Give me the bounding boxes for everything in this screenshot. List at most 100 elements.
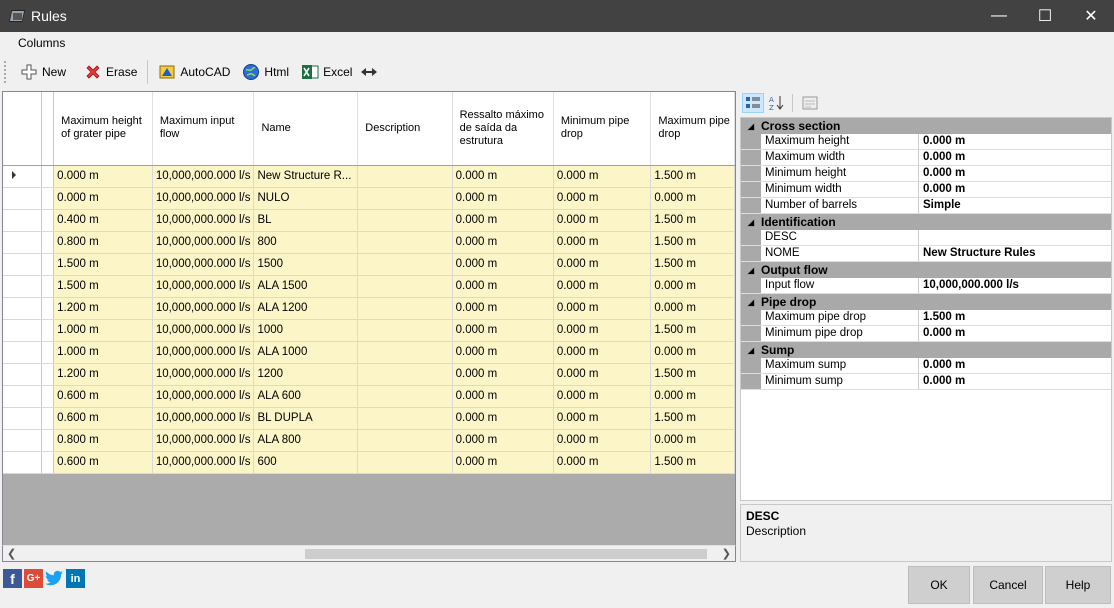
table-row[interactable]: 1.500 m 10,000,000.000 l/s ALA 1500 0.000 m… [3, 275, 735, 298]
table-cell[interactable]: 10,000,000.000 l/s [152, 165, 255, 188]
erase-button[interactable]: Erase [78, 60, 143, 84]
table-cell[interactable]: BL DUPLA [253, 407, 359, 430]
table-cell[interactable]: 0.000 m [452, 187, 554, 210]
table-cell[interactable]: 1.200 m [53, 297, 153, 320]
table-cell[interactable]: ALA 1500 [253, 275, 359, 298]
table-cell[interactable] [357, 451, 453, 474]
table-cell[interactable]: 0.000 m [553, 385, 652, 408]
table-cell[interactable] [357, 319, 453, 342]
table-cell[interactable]: 10,000,000.000 l/s [152, 231, 255, 254]
table-cell[interactable]: 0.000 m [452, 407, 554, 430]
scroll-right-icon[interactable]: ❯ [722, 547, 731, 560]
property-value[interactable]: 0.000 m [919, 134, 1111, 149]
table-row[interactable]: 1.000 m 10,000,000.000 l/s ALA 1000 0.000 m… [3, 341, 735, 364]
property-value[interactable]: 0.000 m [919, 326, 1111, 341]
property-value[interactable]: New Structure Rules [919, 246, 1111, 261]
table-cell[interactable]: 0.000 m [553, 363, 652, 386]
table-cell[interactable]: 1500 [253, 253, 359, 276]
property-row[interactable]: Minimum pipe drop 0.000 m [741, 326, 1111, 342]
collapse-triangle-icon[interactable]: ◢ [741, 346, 761, 355]
table-cell[interactable]: 0.000 m [452, 165, 554, 188]
table-cell[interactable]: 0.000 m [650, 297, 735, 320]
property-row[interactable]: Minimum width 0.000 m [741, 182, 1111, 198]
table-cell[interactable]: 10,000,000.000 l/s [152, 253, 255, 276]
table-cell[interactable]: 0.000 m [553, 297, 652, 320]
table-cell[interactable]: 1.500 m [53, 253, 153, 276]
table-cell[interactable]: 0.000 m [553, 165, 652, 188]
table-cell[interactable]: 0.000 m [452, 363, 554, 386]
table-cell[interactable]: 0.000 m [553, 429, 652, 452]
table-cell[interactable]: 1.200 m [53, 363, 153, 386]
column-header[interactable]: Description [357, 92, 453, 166]
property-category[interactable]: ◢ Pipe drop [741, 294, 1111, 310]
column-header[interactable]: Ressalto máximo de saída da estrutura [452, 92, 554, 166]
table-cell[interactable]: 0.600 m [53, 385, 153, 408]
table-cell[interactable] [357, 407, 453, 430]
table-row[interactable]: 1.200 m 10,000,000.000 l/s 1200 0.000 m 0.00… [3, 363, 735, 386]
minimize-button[interactable]: — [976, 0, 1022, 32]
column-header[interactable]: Maximum height of grater pipe [53, 92, 153, 166]
row-header[interactable] [3, 297, 43, 320]
table-cell[interactable] [357, 297, 453, 320]
table-cell[interactable]: 0.000 m [452, 209, 554, 232]
html-button[interactable]: Html [236, 60, 295, 84]
table-cell[interactable]: 0.000 m [452, 275, 554, 298]
table-cell[interactable]: 10,000,000.000 l/s [152, 407, 255, 430]
row-header[interactable] [3, 363, 43, 386]
table-cell[interactable]: New Structure R... [253, 165, 359, 188]
row-header[interactable] [3, 451, 43, 474]
table-cell[interactable]: 0.000 m [452, 231, 554, 254]
table-cell[interactable] [357, 385, 453, 408]
column-header[interactable]: Minimum pipe drop [553, 92, 652, 166]
property-pages-button[interactable] [799, 93, 821, 113]
table-row[interactable]: 0.000 m 10,000,000.000 l/s NULO 0.000 m 0.00… [3, 187, 735, 210]
property-row[interactable]: NOME New Structure Rules [741, 246, 1111, 262]
table-cell[interactable]: 1.500 m [650, 253, 735, 276]
row-header[interactable] [3, 231, 43, 254]
table-cell[interactable]: 10,000,000.000 l/s [152, 319, 255, 342]
alphabetical-button[interactable]: AZ [766, 93, 788, 113]
table-cell[interactable]: 0.000 m [452, 253, 554, 276]
horizontal-scrollbar[interactable]: ❮ ❯ [2, 545, 736, 562]
table-cell[interactable]: 0.600 m [53, 451, 153, 474]
table-row[interactable]: 1.000 m 10,000,000.000 l/s 1000 0.000 m 0.00… [3, 319, 735, 342]
property-row[interactable]: Maximum height 0.000 m [741, 134, 1111, 150]
close-button[interactable]: ✕ [1068, 0, 1114, 32]
table-cell[interactable]: 0.000 m [650, 187, 735, 210]
table-cell[interactable] [357, 275, 453, 298]
table-cell[interactable]: 1.500 m [53, 275, 153, 298]
column-header[interactable]: Name [253, 92, 359, 166]
excel-button[interactable]: Excel [295, 60, 358, 84]
column-header[interactable]: Maximum input flow [152, 92, 255, 166]
table-row[interactable]: 0.600 m 10,000,000.000 l/s 600 0.000 m 0.000… [3, 451, 735, 474]
property-row[interactable]: Minimum height 0.000 m [741, 166, 1111, 182]
table-cell[interactable]: 0.000 m [650, 275, 735, 298]
table-cell[interactable]: ALA 1200 [253, 297, 359, 320]
property-row[interactable]: Maximum sump 0.000 m [741, 358, 1111, 374]
table-cell[interactable]: 0.400 m [53, 209, 153, 232]
property-category[interactable]: ◢ Cross section [741, 118, 1111, 134]
table-cell[interactable]: 0.000 m [553, 451, 652, 474]
table-cell[interactable]: 1.500 m [650, 209, 735, 232]
table-cell[interactable]: 0.800 m [53, 429, 153, 452]
table-cell[interactable]: 1000 [253, 319, 359, 342]
row-header[interactable] [3, 407, 43, 430]
table-cell[interactable]: 1.500 m [650, 451, 735, 474]
table-row[interactable]: 0.400 m 10,000,000.000 l/s BL 0.000 m 0.000 … [3, 209, 735, 232]
ok-button[interactable]: OK [908, 566, 970, 604]
table-cell[interactable]: 1.000 m [53, 341, 153, 364]
property-row[interactable]: Input flow 10,000,000.000 l/s [741, 278, 1111, 294]
collapse-triangle-icon[interactable]: ◢ [741, 122, 761, 131]
table-cell[interactable]: 10,000,000.000 l/s [152, 209, 255, 232]
table-row[interactable]: 0.600 m 10,000,000.000 l/s ALA 600 0.000 m0… [3, 385, 735, 408]
property-row[interactable]: Number of barrels Simple [741, 198, 1111, 214]
table-cell[interactable]: 0.000 m [452, 319, 554, 342]
property-value[interactable] [919, 230, 1111, 245]
property-row[interactable]: Minimum sump 0.000 m [741, 374, 1111, 390]
property-category[interactable]: ◢ Sump [741, 342, 1111, 358]
table-cell[interactable] [357, 429, 453, 452]
table-cell[interactable]: 0.000 m [650, 385, 735, 408]
table-cell[interactable] [357, 187, 453, 210]
table-cell[interactable]: 0.000 m [452, 385, 554, 408]
table-row[interactable]: 0.000 m 10,000,000.000 l/s New Structure R… [3, 165, 735, 188]
